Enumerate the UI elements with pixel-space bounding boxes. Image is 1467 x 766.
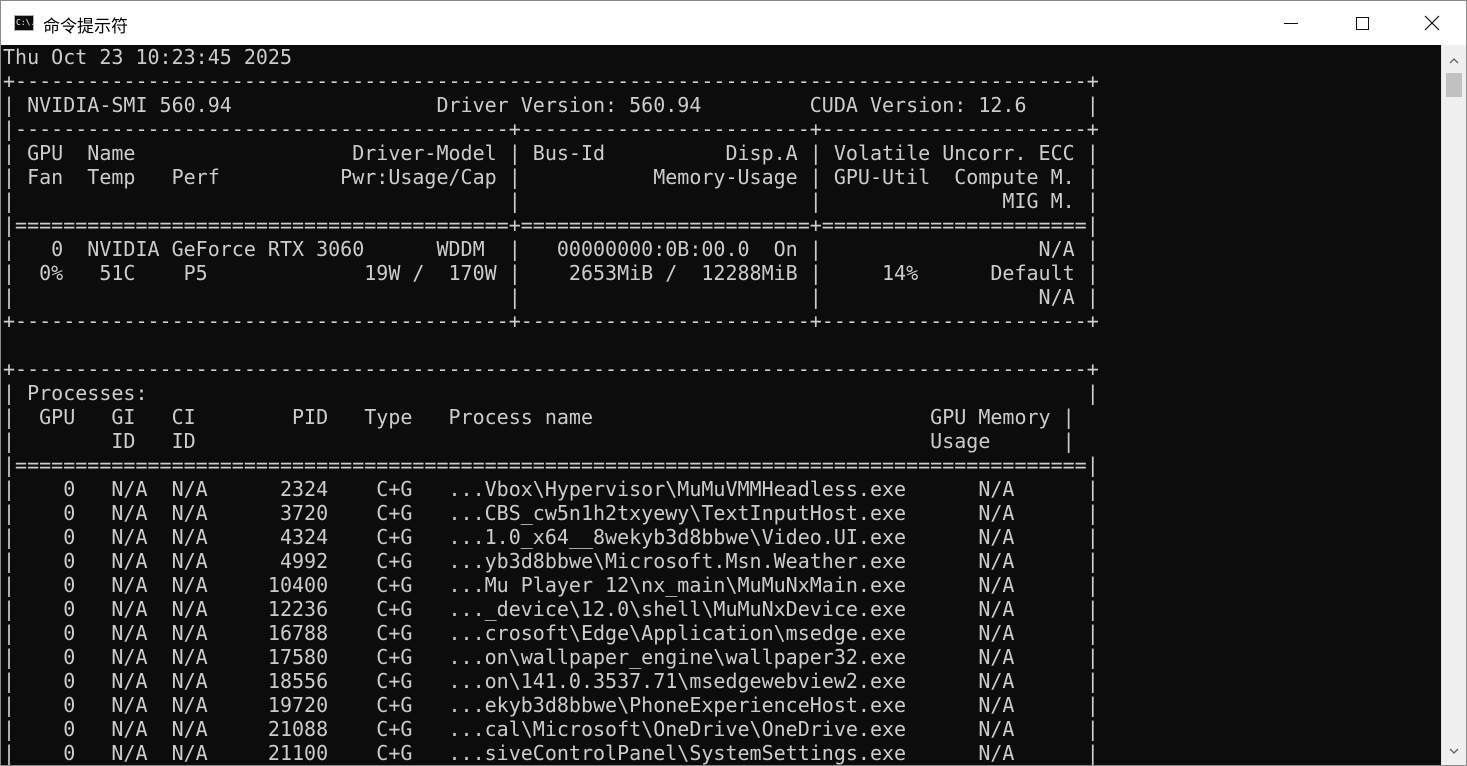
scroll-thumb[interactable] [1446,73,1462,97]
console-text: Thu Oct 23 10:23:45 2025 +---------------… [1,45,1441,765]
console-line: | | | MIG M. | [3,189,1099,213]
cmd-app-icon[interactable]: C:\. [14,15,34,31]
console-line: | 0 N/A N/A 18556 C+G ...on\141.0.3537.7… [3,669,1099,693]
console-line: | GPU GI CI PID Type Process name GPU Me… [3,405,1075,429]
scroll-down-arrow-icon [1449,748,1459,754]
maximize-button[interactable] [1327,1,1397,45]
console-line: | 0 N/A N/A 12236 C+G ..._device\12.0\sh… [3,597,1099,621]
scroll-up-button[interactable] [1442,49,1466,73]
console-line: |---------------------------------------… [3,117,1099,141]
console-line: | 0% 51C P5 19W / 170W | 2653MiB / 12288… [3,261,1099,285]
console-line: | 0 NVIDIA GeForce RTX 3060 WDDM | 00000… [3,237,1099,261]
console-line: | 0 N/A N/A 16788 C+G ...crosoft\Edge\Ap… [3,621,1099,645]
console-line: | 0 N/A N/A 10400 C+G ...Mu Player 12\nx… [3,573,1099,597]
close-icon [1424,15,1440,31]
console-line: | Fan Temp Perf Pwr:Usage/Cap | Memory-U… [3,165,1099,189]
console-line: | 0 N/A N/A 19720 C+G ...ekyb3d8bbwe\Pho… [3,693,1099,717]
console-line: | GPU Name Driver-Model | Bus-Id Disp.A … [3,141,1099,165]
console-line: | 0 N/A N/A 21100 C+G ...siveControlPane… [3,741,1099,765]
title-bar[interactable]: C:\. 命令提示符 [1,1,1466,45]
console-line: |=======================================… [3,453,1099,477]
console-line: | 0 N/A N/A 3720 C+G ...CBS_cw5n1h2txyew… [3,501,1099,525]
console-line: +---------------------------------------… [3,309,1099,333]
console-line: | Processes: | [3,381,1099,405]
console-line: +---------------------------------------… [3,357,1099,381]
console-line: | 0 N/A N/A 4992 C+G ...yb3d8bbwe\Micros… [3,549,1099,573]
maximize-icon [1355,16,1369,30]
console-line: |=======================================… [3,213,1099,237]
console-line: | ID ID Usage | [3,429,1075,453]
console-line: +---------------------------------------… [3,69,1099,93]
close-button[interactable] [1397,1,1467,45]
vertical-scrollbar[interactable] [1441,45,1466,765]
minimize-icon [1284,22,1298,24]
window-title: 命令提示符 [43,17,128,37]
console-line: | NVIDIA-SMI 560.94 Driver Version: 560.… [3,93,1099,117]
console-line: | 0 N/A N/A 2324 C+G ...Vbox\Hypervisor\… [3,477,1099,501]
console-line: | 0 N/A N/A 21088 C+G ...cal\Microsoft\O… [3,717,1099,741]
console-line: Thu Oct 23 10:23:45 2025 [3,45,292,69]
console-line: | | | N/A | [3,285,1099,309]
console-line: | 0 N/A N/A 4324 C+G ...1.0_x64__8wekyb3… [3,525,1099,549]
scroll-up-arrow-icon [1449,58,1459,64]
minimize-button[interactable] [1256,1,1326,45]
scroll-down-button[interactable] [1442,739,1466,763]
console-output[interactable]: Thu Oct 23 10:23:45 2025 +---------------… [1,45,1441,765]
cmd-window: C:\. 命令提示符 Thu Oct 23 10:23:45 2025 +----… [0,0,1467,766]
console-line: | 0 N/A N/A 17580 C+G ...on\wallpaper_en… [3,645,1099,669]
